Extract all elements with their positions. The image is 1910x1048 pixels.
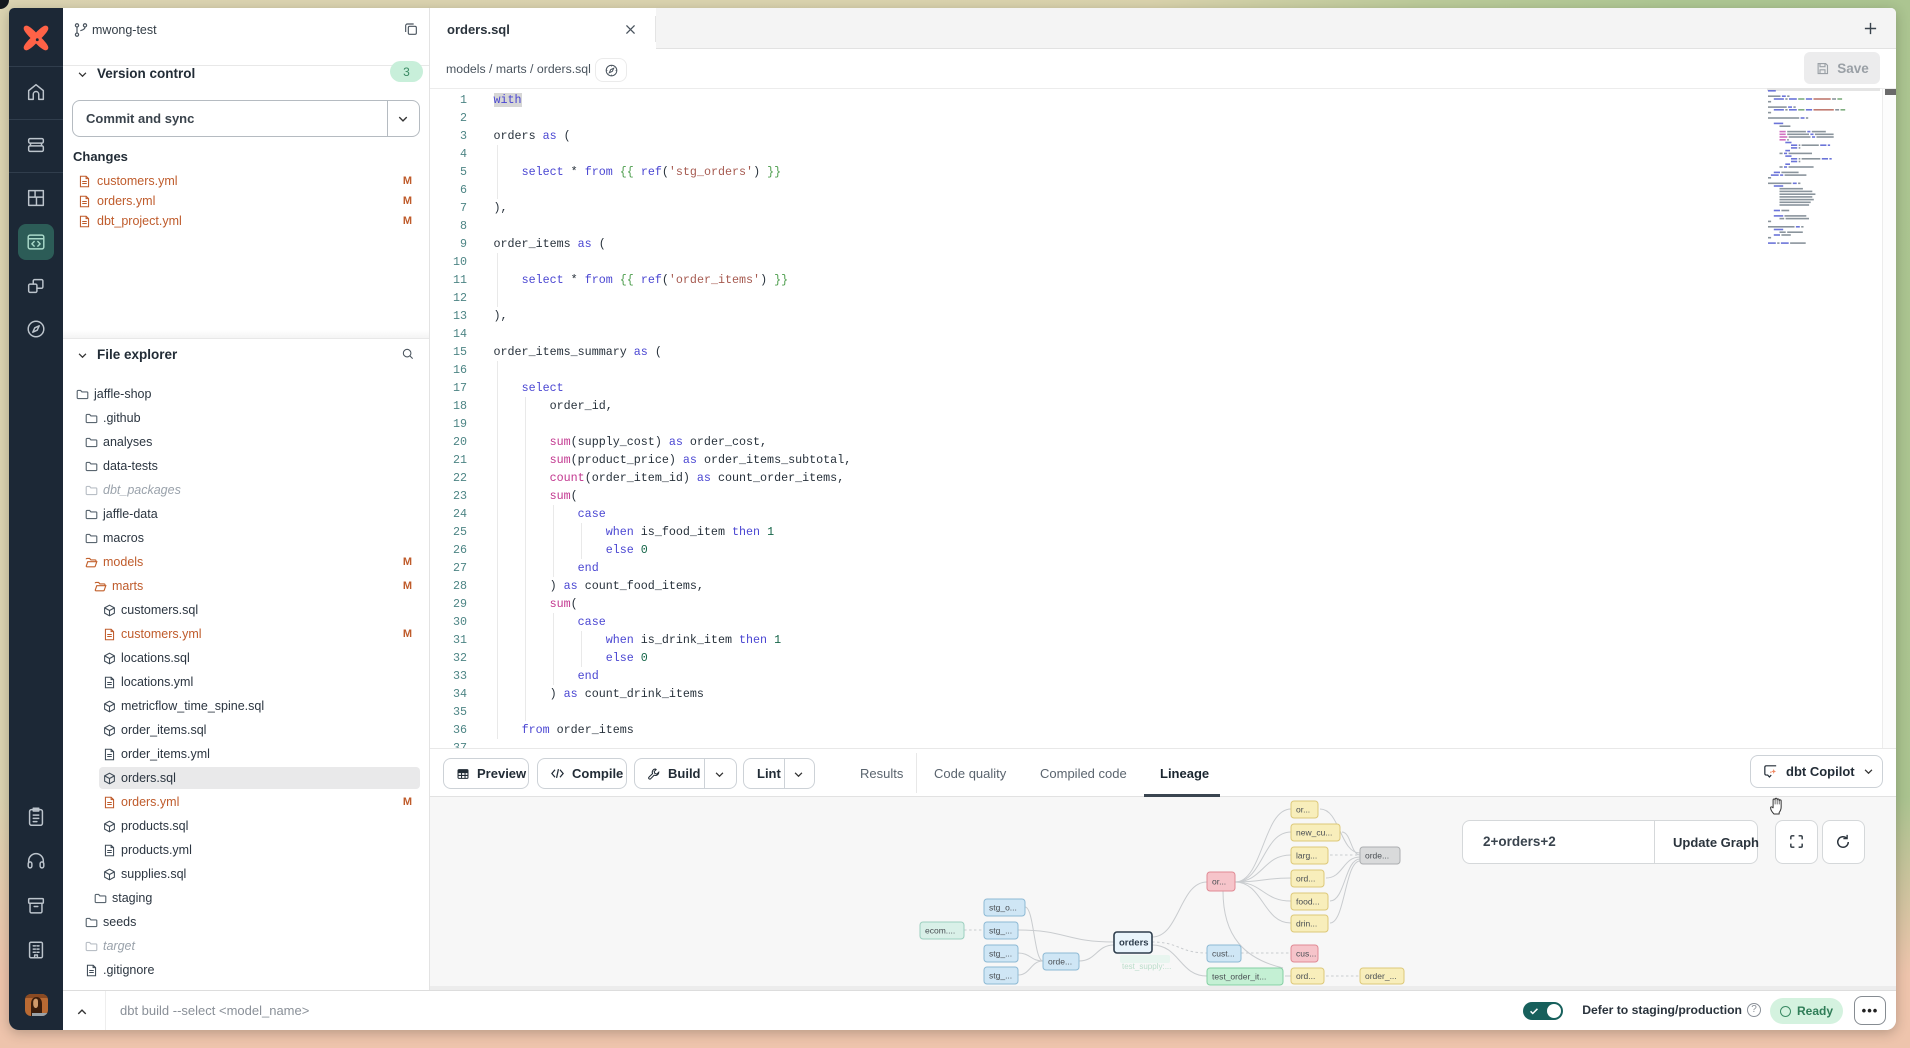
svg-text:stg_...: stg_... xyxy=(989,971,1012,981)
svg-text:cus...: cus... xyxy=(1296,949,1316,959)
svg-text:ord...: ord... xyxy=(1296,971,1315,981)
svg-text:larg...: larg... xyxy=(1296,851,1317,861)
svg-text:ecom....: ecom.... xyxy=(925,926,955,936)
svg-text:orde...: orde... xyxy=(1048,957,1072,967)
svg-text:stg_...: stg_... xyxy=(989,949,1012,959)
svg-text:cust...: cust... xyxy=(1212,949,1235,959)
svg-text:stg_...: stg_... xyxy=(989,926,1012,936)
svg-text:food...: food... xyxy=(1296,897,1320,907)
svg-text:orde...: orde... xyxy=(1365,851,1389,861)
svg-text:drin...: drin... xyxy=(1296,919,1317,929)
svg-text:test_supply:...: test_supply:... xyxy=(1122,962,1171,971)
svg-text:ord...: ord... xyxy=(1296,874,1315,884)
svg-text:or...: or... xyxy=(1212,877,1226,887)
svg-text:or...: or... xyxy=(1296,805,1310,815)
svg-text:test_order_it...: test_order_it... xyxy=(1212,972,1266,982)
svg-text:order_...: order_... xyxy=(1365,971,1397,981)
svg-text:stg_o...: stg_o... xyxy=(989,903,1017,913)
svg-text:new_cu...: new_cu... xyxy=(1296,828,1332,838)
svg-text:orders: orders xyxy=(1119,938,1149,949)
